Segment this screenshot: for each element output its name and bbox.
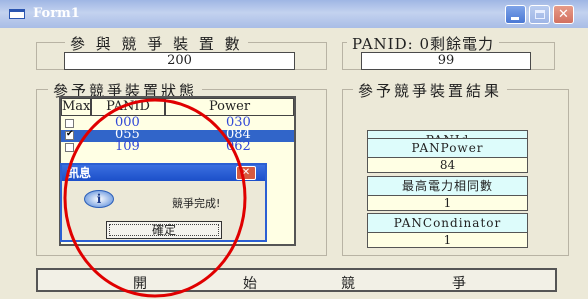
panid-cell: 109 <box>115 139 140 154</box>
panpower-result-label: PANPower <box>367 138 528 158</box>
info-icon: i <box>84 190 114 208</box>
app-window-icon <box>9 9 25 19</box>
max-checkbox[interactable] <box>65 143 74 152</box>
close-button[interactable]: ✕ <box>553 5 574 24</box>
dialog-title-bar[interactable]: 訊息 ✕ <box>62 165 265 181</box>
list-item[interactable]: 000 030 <box>61 116 294 130</box>
list-item[interactable]: 109 062 <box>61 139 294 154</box>
dialog-close-button[interactable]: ✕ <box>236 166 256 180</box>
column-header-panid[interactable]: PANID <box>91 98 165 116</box>
title-bar[interactable]: Form1 ✕ <box>0 0 588 28</box>
dialog-message: 競爭完成! <box>172 197 221 210</box>
participants-label: 參 與 競 爭 裝 置 數 <box>65 33 248 54</box>
maximize-icon <box>535 10 545 19</box>
panpower-result-value[interactable]: 84 <box>367 157 528 173</box>
column-header-power[interactable]: Power <box>165 98 294 116</box>
panid-power-label: PANID: 0剩餘電力 <box>347 33 499 54</box>
close-icon: ✕ <box>558 7 569 22</box>
window-title: Form1 <box>33 6 80 21</box>
minimize-icon <box>511 17 519 20</box>
list-item-selected[interactable]: ✔ 055 084 <box>61 128 294 142</box>
start-button-char: 開 <box>133 276 147 292</box>
max-checkbox[interactable]: ✔ <box>65 129 74 140</box>
dialog-title: 訊息 <box>67 166 92 180</box>
start-button-char: 爭 <box>452 276 466 292</box>
main-window: Form1 ✕ 參 與 競 爭 裝 置 數 200 PANID: 0剩餘電力 9… <box>0 0 588 299</box>
same-count-result-label: 最高電力相同數 <box>367 176 528 196</box>
start-button-char: 始 <box>243 276 257 292</box>
start-button-char: 競 <box>341 276 355 292</box>
close-icon: ✕ <box>241 167 251 178</box>
remaining-power-field[interactable]: 99 <box>361 52 531 70</box>
maximize-button[interactable] <box>529 5 550 24</box>
participants-count-field[interactable]: 200 <box>64 52 295 70</box>
check-icon: ✔ <box>66 129 74 139</box>
minimize-button[interactable] <box>505 5 526 24</box>
coordinator-result-value[interactable]: 1 <box>367 232 528 248</box>
same-count-result-value[interactable]: 1 <box>367 195 528 211</box>
power-cell: 062 <box>226 139 251 154</box>
max-checkbox[interactable] <box>65 119 74 128</box>
start-competition-button[interactable]: 開 始 競 爭 <box>36 268 557 292</box>
coordinator-result-label: PANCondinator <box>367 213 528 233</box>
message-dialog: 訊息 ✕ i 競爭完成! 確定 <box>60 163 267 242</box>
column-header-max[interactable]: Max <box>61 98 91 116</box>
results-label: 參予競爭裝置結果 <box>353 80 508 101</box>
dialog-ok-button[interactable]: 確定 <box>106 221 222 239</box>
